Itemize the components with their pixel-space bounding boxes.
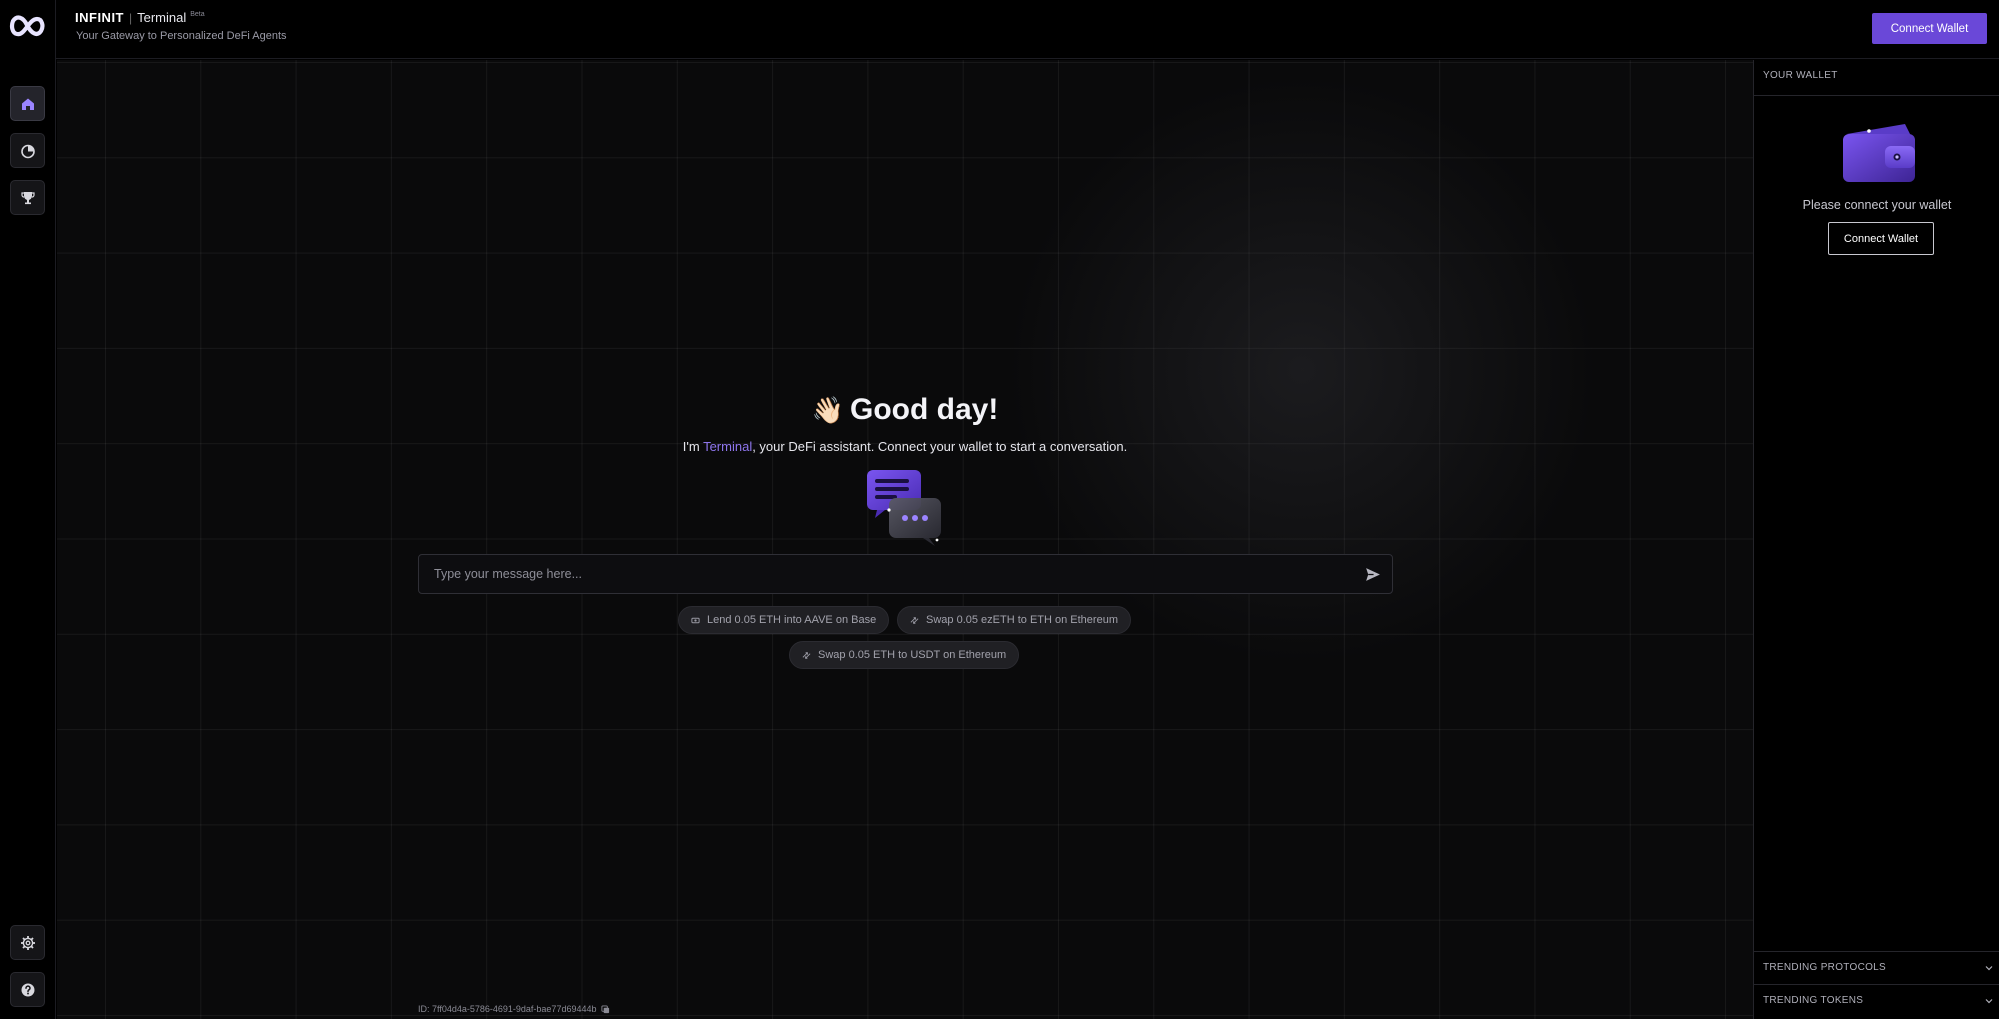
trending-protocols-accordion[interactable]: TRENDING PROTOCOLS: [1754, 951, 1999, 983]
suggestion-chip[interactable]: Lend 0.05 ETH into AAVE on Base: [678, 606, 890, 634]
panel-connect-wallet-button[interactable]: Connect Wallet: [1828, 222, 1934, 255]
send-button[interactable]: [1352, 555, 1392, 593]
top-header: INFINIT | Terminal Beta Your Gateway to …: [56, 0, 1999, 59]
intro-prefix: I'm: [682, 439, 704, 454]
help-icon: [21, 983, 34, 996]
suggestion-label: Lend 0.05 ETH into AAVE on Base: [707, 614, 877, 626]
gear-icon: [20, 935, 35, 950]
suggestion-label: Swap 0.05 ETH to USDT on Ethereum: [818, 649, 1007, 661]
chat-area: 👋🏻 Good day! I'm Terminal, your DeFi assi…: [57, 60, 1753, 1019]
wallet-connect-message: Please connect your wallet: [1802, 198, 1952, 212]
nav-home-button[interactable]: [10, 86, 45, 121]
home-icon: [21, 98, 34, 110]
infinit-logo[interactable]: [9, 13, 45, 41]
chevron-down-icon: [1985, 998, 1993, 1003]
help-button[interactable]: [10, 972, 45, 1007]
divider: [1754, 95, 1999, 96]
settings-button[interactable]: [10, 925, 45, 960]
message-input-container: [418, 554, 1393, 594]
nav-leaderboard-button[interactable]: [10, 180, 45, 215]
lend-icon: [691, 617, 700, 623]
nav-portfolio-button[interactable]: [10, 133, 45, 168]
pie-chart-icon: [20, 144, 35, 158]
wave-emoji: 👋🏻: [811, 395, 845, 425]
product-name: Terminal: [137, 10, 187, 25]
wallet-panel-title: YOUR WALLET: [1763, 70, 1838, 81]
trending-tokens-accordion[interactable]: TRENDING TOKENS: [1754, 984, 1999, 1016]
session-id-text: ID: 7ff04d4a-5786-4691-9daf-bae77d69444b: [418, 1004, 597, 1014]
intro-accent: Terminal: [703, 439, 753, 454]
suggestion-label: Swap 0.05 ezETH to ETH on Ethereum: [926, 614, 1118, 626]
intro-suffix: , your DeFi assistant. Connect your wall…: [752, 439, 1128, 454]
swap-icon: [910, 616, 919, 624]
copy-icon[interactable]: [601, 1004, 610, 1014]
suggestion-chip[interactable]: Swap 0.05 ETH to USDT on Ethereum: [789, 641, 1020, 669]
trophy-icon: [20, 191, 35, 204]
tagline: Your Gateway to Personalized DeFi Agents: [76, 30, 287, 42]
brand-title: INFINIT | Terminal Beta: [75, 10, 205, 25]
sidebar-rail: [0, 0, 56, 1019]
brand-separator: |: [129, 11, 133, 25]
accordion-label: TRENDING TOKENS: [1763, 995, 1864, 1006]
chat-bubbles-icon: [867, 470, 941, 546]
session-id: ID: 7ff04d4a-5786-4691-9daf-bae77d69444b: [418, 1004, 610, 1014]
send-icon: [1365, 567, 1380, 581]
swap-icon: [802, 651, 811, 659]
assistant-intro: I'm Terminal, your DeFi assistant. Conne…: [57, 439, 1753, 454]
accordion-label: TRENDING PROTOCOLS: [1763, 962, 1887, 973]
header-connect-wallet-button[interactable]: Connect Wallet: [1872, 13, 1987, 44]
suggestion-chip[interactable]: Swap 0.05 ezETH to ETH on Ethereum: [897, 606, 1131, 634]
brand-name: INFINIT: [75, 10, 124, 25]
message-input[interactable]: [419, 567, 1352, 581]
wallet-icon: [1843, 124, 1915, 182]
wallet-panel: YOUR WALLET Please connect your wallet C…: [1753, 60, 1999, 1019]
beta-badge: Beta: [190, 11, 205, 18]
greeting-text: Good day!: [850, 393, 999, 426]
chevron-down-icon: [1985, 965, 1993, 970]
greeting-heading: 👋🏻 Good day!: [57, 393, 1753, 427]
